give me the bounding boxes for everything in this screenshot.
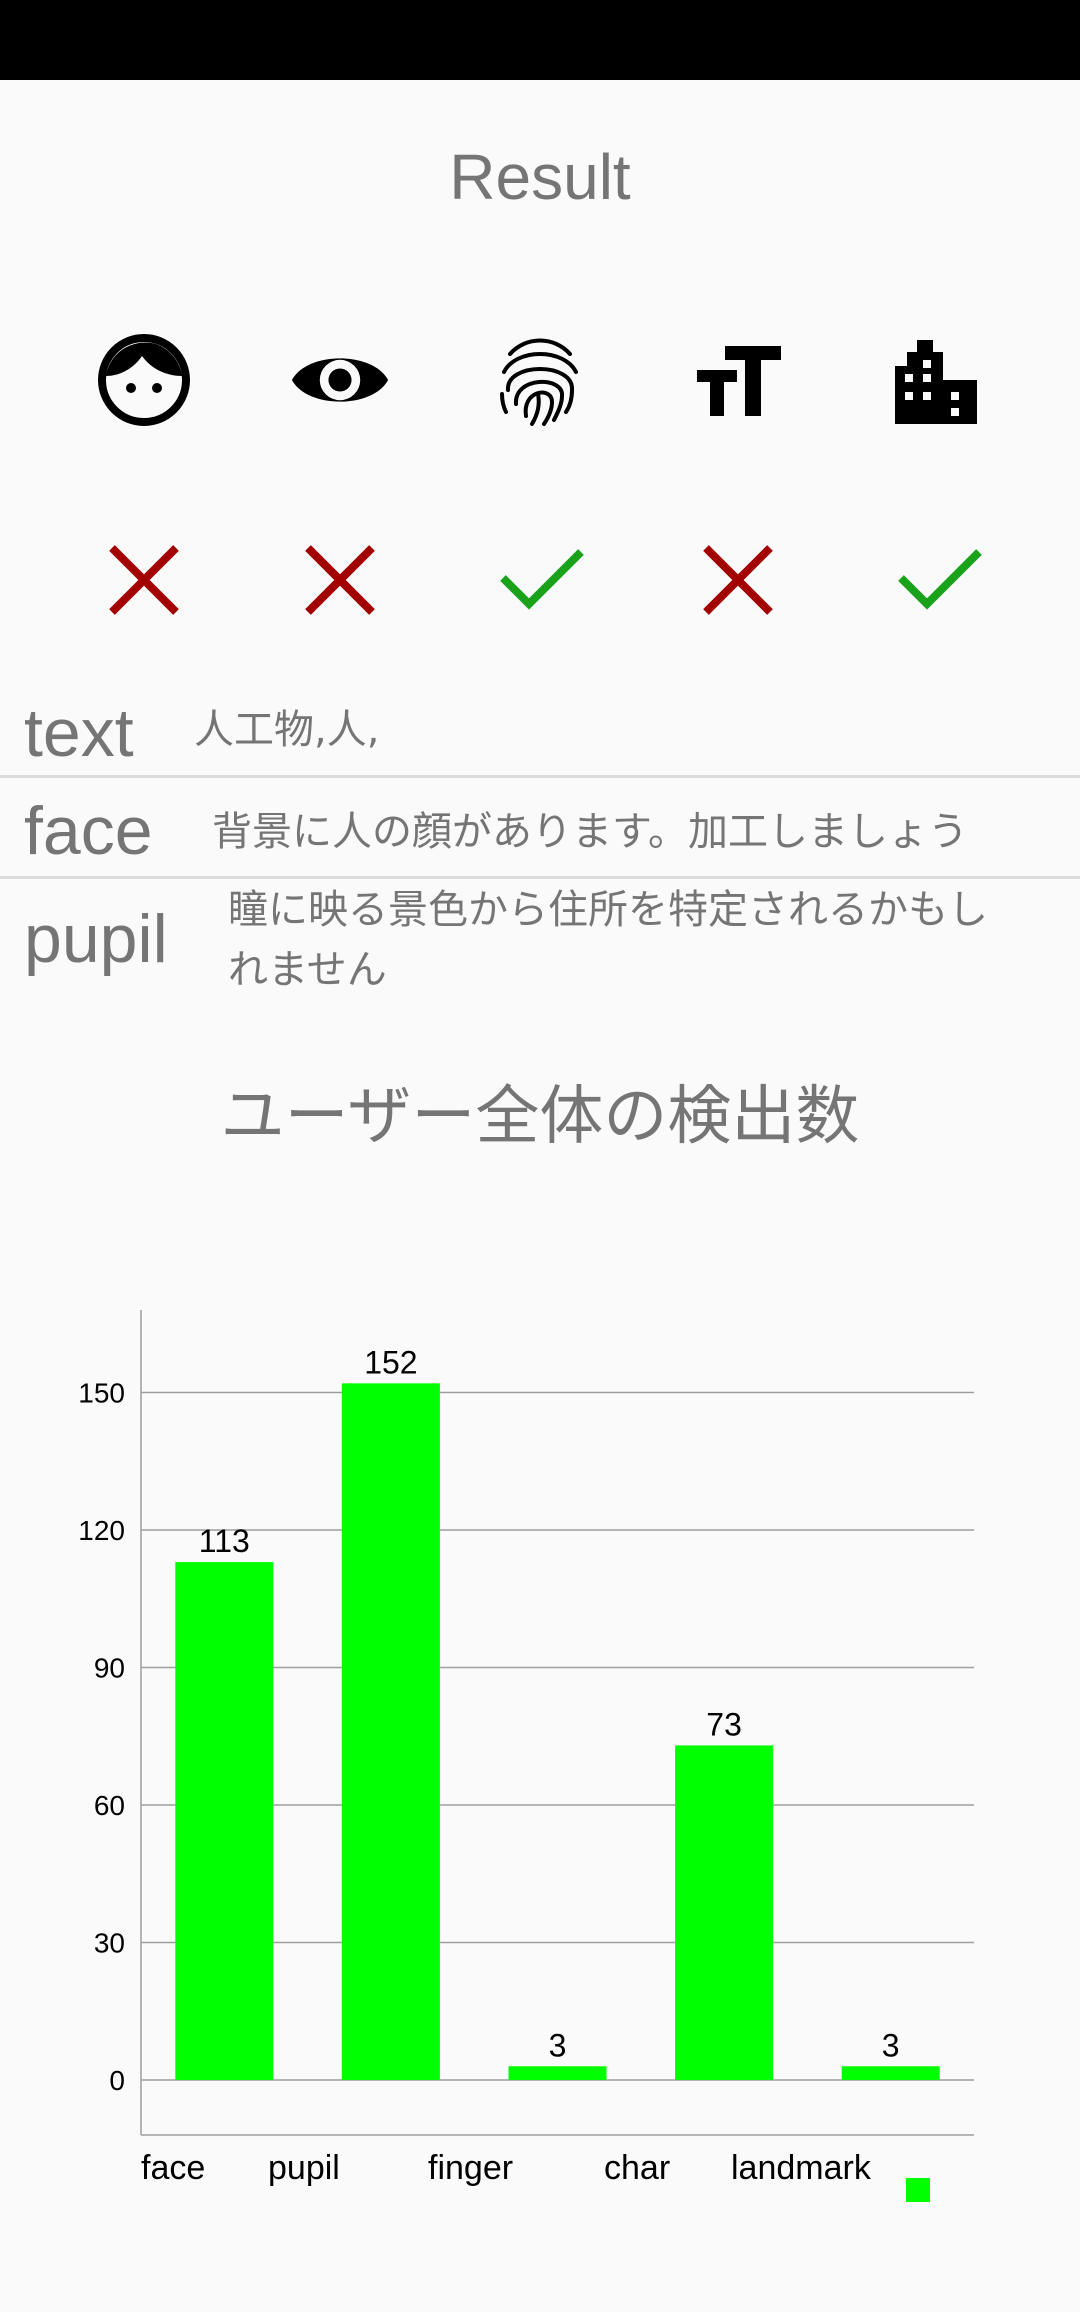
bar-value-label: 3 xyxy=(882,2027,900,2063)
bar-value-label: 152 xyxy=(364,1344,417,1380)
y-tick-label: 150 xyxy=(78,1378,125,1409)
bar-chart: 0 30 60 90 120 150 113 152 3 73 3 face pupil finger ch… xyxy=(0,1290,1080,2240)
divider xyxy=(0,775,1080,778)
legend-swatch xyxy=(906,2178,930,2202)
info-key: face xyxy=(24,793,153,869)
bar xyxy=(341,1383,440,2080)
y-tick-label: 30 xyxy=(94,1928,125,1959)
eye-icon xyxy=(290,330,390,430)
y-tick-label: 120 xyxy=(78,1515,125,1546)
x-tick-label: finger xyxy=(428,2149,513,2187)
info-value: 背景に人の顔があります。加工しましょう xyxy=(212,809,968,855)
cross-icon xyxy=(688,530,788,630)
info-row-pupil: pupil 瞳に映る景色から住所を特定されるかもし れません xyxy=(0,880,1080,1010)
bar-value-label: 3 xyxy=(549,2027,567,2063)
bar xyxy=(675,1745,774,2080)
info-key: pupil xyxy=(24,901,168,977)
y-tick-label: 60 xyxy=(94,1790,125,1821)
x-tick-label: face xyxy=(141,2149,205,2187)
bar xyxy=(508,2066,607,2080)
detection-status-row xyxy=(0,530,1080,630)
info-row-text: text 人工物,人, xyxy=(0,690,1080,778)
page-title: Result xyxy=(449,141,631,213)
building-icon xyxy=(886,330,986,430)
info-row-face: face 背景に人の顔があります。加工しましょう xyxy=(0,780,1080,876)
x-tick-label: landmark xyxy=(731,2149,872,2187)
cross-icon xyxy=(290,530,390,630)
y-tick-label: 90 xyxy=(94,1653,125,1684)
divider xyxy=(0,876,1080,879)
y-tick-label: 0 xyxy=(109,2065,125,2096)
bar-value-label: 113 xyxy=(199,1523,250,1559)
bar xyxy=(175,1562,274,2080)
check-icon xyxy=(890,530,990,630)
bar xyxy=(841,2066,940,2080)
info-key: text xyxy=(24,695,134,771)
category-icons xyxy=(0,330,1080,430)
bar-chart-svg: 0 30 60 90 120 150 113 152 3 73 3 face pupil finger ch… xyxy=(78,1310,974,2202)
info-value: 人工物,人, xyxy=(194,707,380,753)
info-value: 瞳に映る景色から住所を特定されるかもし xyxy=(228,887,988,933)
status-bar xyxy=(0,0,1080,80)
bar-value-label: 73 xyxy=(706,1706,742,1742)
check-icon xyxy=(492,530,592,630)
x-tick-label: char xyxy=(604,2149,670,2187)
chart-title: ユーザー全体の検出数 xyxy=(220,1080,860,1154)
info-value-line2: れません xyxy=(228,947,387,993)
fingerprint-icon xyxy=(490,330,590,430)
face-icon xyxy=(94,330,194,430)
cross-icon xyxy=(94,530,194,630)
x-tick-label: pupil xyxy=(268,2149,340,2187)
text-size-icon xyxy=(690,330,790,430)
